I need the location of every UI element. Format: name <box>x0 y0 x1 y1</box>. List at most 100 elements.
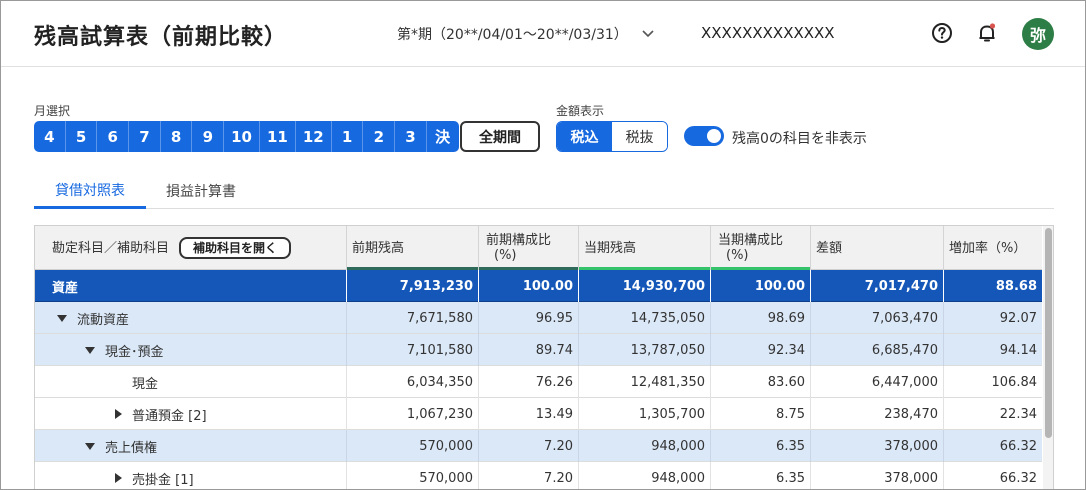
col-prev-ratio-unit: (%) <box>494 248 517 263</box>
account-name: 売上債権 <box>105 440 158 456</box>
cell-rate: 66.32 <box>999 470 1037 486</box>
chevron-down-icon <box>642 27 654 41</box>
cell-rate: 66.32 <box>999 438 1037 454</box>
cell-curr-ratio: 100.00 <box>711 270 811 302</box>
account-name: 普通預金 [2] <box>132 408 207 424</box>
col-prev-balance-label: 前期残高 <box>352 240 405 256</box>
col-curr-balance[interactable]: 当期残高 <box>579 226 711 270</box>
col-curr-ratio[interactable]: 当期構成比 (%) <box>711 226 811 270</box>
cell-rate: 22.34 <box>999 406 1037 422</box>
cell-curr-ratio: 6.35 <box>711 430 811 462</box>
cell-diff: 7,063,470 <box>811 302 944 334</box>
month-button[interactable]: 6 <box>97 121 130 152</box>
scrollbar-thumb[interactable] <box>1045 228 1052 438</box>
month-button[interactable]: 5 <box>66 121 98 152</box>
month-select-label: 月選択 <box>34 104 71 118</box>
account-name: 流動資産 <box>77 312 130 328</box>
caret-down-icon[interactable] <box>57 314 67 322</box>
page-title: 残高試算表（前期比較） <box>34 25 288 50</box>
month-button[interactable]: 決 <box>427 121 459 152</box>
period-label: 第*期（20**/04/01〜20**/03/31） <box>397 27 628 43</box>
caret-right-icon[interactable] <box>115 473 122 483</box>
switch-knob <box>707 129 721 143</box>
month-button[interactable]: 12 <box>296 121 332 152</box>
cell-prev-ratio: 96.95 <box>479 302 579 334</box>
caret-right-icon[interactable] <box>115 409 122 419</box>
cell-diff: 378,000 <box>811 430 944 462</box>
caret-down-icon[interactable] <box>85 442 95 450</box>
col-curr-ratio-unit: (%) <box>726 248 749 263</box>
table-row[interactable]: 売上債権 570,000 7.20 948,000 6.35 378,000 66.32 <box>35 430 1042 462</box>
cell-diff: 7,017,470 <box>811 270 944 302</box>
cell-prev-ratio: 76.26 <box>479 366 579 398</box>
tax-included-button[interactable]: 税込 <box>557 122 612 151</box>
col-increase-rate[interactable]: 増加率（%） <box>944 226 1042 270</box>
month-button[interactable]: 3 <box>395 121 427 152</box>
cell-prev: 7,913,230 <box>347 270 479 302</box>
cell-curr: 948,000 <box>579 430 711 462</box>
cell-curr: 14,735,050 <box>579 302 711 334</box>
cell-diff: 378,000 <box>811 462 944 489</box>
month-selector: 4 5 6 7 8 9 10 11 12 1 2 3 決 <box>34 121 459 152</box>
month-button[interactable]: 1 <box>332 121 364 152</box>
cell-rate: 106.84 <box>991 374 1038 390</box>
all-period-button[interactable]: 全期間 <box>460 121 540 152</box>
col-difference[interactable]: 差額 <box>811 226 944 270</box>
company-name[interactable]: XXXXXXXXXXXXX <box>701 24 835 42</box>
cell-prev-ratio: 13.49 <box>479 398 579 430</box>
cell-prev-ratio: 7.20 <box>479 430 579 462</box>
table-row[interactable]: 現金 6,034,350 76.26 12,481,350 83.60 6,447,000… <box>35 366 1042 398</box>
cell-prev: 1,067,230 <box>347 398 479 430</box>
tab-income-statement[interactable]: 損益計算書 <box>156 173 246 209</box>
amount-display-label: 金額表示 <box>556 104 605 118</box>
cell-prev-ratio: 100.00 <box>479 270 579 302</box>
table-row[interactable]: 普通預金 [2] 1,067,230 13.49 1,305,700 8.75 238,4… <box>35 398 1042 430</box>
table-scrollbar[interactable] <box>1043 226 1053 489</box>
help-circle-icon[interactable] <box>930 21 954 45</box>
tax-display-toggle: 税込 税抜 <box>556 121 668 152</box>
app-window: 残高試算表（前期比較） 第*期（20**/04/01〜20**/03/31） X… <box>0 0 1086 490</box>
month-button[interactable]: 8 <box>161 121 193 152</box>
bell-icon[interactable] <box>975 21 999 45</box>
cell-diff: 238,470 <box>811 398 944 430</box>
col-prev-balance[interactable]: 前期残高 <box>347 226 479 270</box>
tab-balance-sheet[interactable]: 貸借対照表 <box>34 173 146 209</box>
table-row[interactable]: 資産 7,913,230 100.00 14,930,700 100.00 7,017,4… <box>35 270 1042 302</box>
cell-curr: 14,930,700 <box>579 270 711 302</box>
account-cell: 売上債権 <box>35 430 347 462</box>
cell-curr: 948,000 <box>579 462 711 489</box>
cell-prev: 570,000 <box>347 462 479 489</box>
col-curr-balance-label: 当期残高 <box>584 240 637 256</box>
col-curr-ratio-label: 当期構成比 <box>718 233 784 248</box>
month-button[interactable]: 4 <box>34 121 66 152</box>
cell-curr-ratio: 8.75 <box>711 398 811 430</box>
account-cell: 現金･預金 <box>35 334 347 366</box>
table-header: 勘定科目／補助科目 補助科目を開く 前期残高 前期構成比 (%) 当期残高 当期… <box>35 226 1042 270</box>
cell-curr: 13,787,050 <box>579 334 711 366</box>
cell-curr: 12,481,350 <box>579 366 711 398</box>
account-cell: 流動資産 <box>35 302 347 334</box>
report-tabs: 貸借対照表 損益計算書 <box>34 173 1054 209</box>
account-name: 資産 <box>52 280 79 296</box>
open-sub-accounts-button[interactable]: 補助科目を開く <box>179 237 292 259</box>
cell-curr-ratio: 98.69 <box>711 302 811 334</box>
avatar[interactable]: 弥 <box>1022 18 1054 50</box>
col-prev-ratio-label: 前期構成比 <box>486 233 552 248</box>
table-row[interactable]: 売掛金 [1] 570,000 7.20 948,000 6.35 378,000 66.3… <box>35 462 1042 489</box>
tax-excluded-button[interactable]: 税抜 <box>612 122 667 151</box>
table-row[interactable]: 現金･預金 7,101,580 89.74 13,787,050 92.34 6,685,… <box>35 334 1042 366</box>
account-cell: 現金 <box>35 366 347 398</box>
table-row[interactable]: 流動資産 7,671,580 96.95 14,735,050 98.69 7,063,4… <box>35 302 1042 334</box>
caret-down-icon[interactable] <box>85 346 95 354</box>
month-button[interactable]: 2 <box>363 121 396 152</box>
col-prev-ratio[interactable]: 前期構成比 (%) <box>479 226 579 270</box>
period-selector[interactable]: 第*期（20**/04/01〜20**/03/31） <box>397 24 654 44</box>
month-button[interactable]: 9 <box>192 121 225 152</box>
hide-zero-balance-switch[interactable] <box>684 126 724 146</box>
month-button[interactable]: 10 <box>224 121 260 152</box>
month-button[interactable]: 7 <box>129 121 161 152</box>
cell-prev: 6,034,350 <box>347 366 479 398</box>
month-button[interactable]: 11 <box>260 121 296 152</box>
account-name: 売掛金 [1] <box>132 472 194 488</box>
col-difference-label: 差額 <box>816 240 843 256</box>
